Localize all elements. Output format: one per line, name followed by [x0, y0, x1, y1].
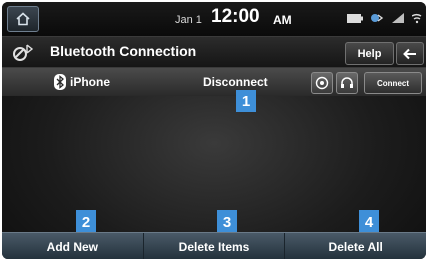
page-title: Bluetooth Connection: [50, 43, 197, 59]
delete-items-button[interactable]: Delete Items: [144, 233, 286, 259]
connect-button[interactable]: Connect: [364, 72, 422, 94]
back-arrow-icon: [403, 48, 416, 59]
callout-badge: 3: [217, 210, 237, 234]
callout-badge: 1: [236, 90, 256, 112]
callout-badge: 4: [359, 210, 379, 234]
status-icons: [347, 12, 422, 24]
home-button[interactable]: [7, 6, 39, 32]
bluetooth-icon: [54, 74, 66, 90]
signal-icon: [392, 13, 404, 23]
audio-icon: [315, 76, 329, 90]
time-label: 12:00: [211, 6, 260, 27]
home-icon: [16, 12, 30, 26]
delete-all-button[interactable]: Delete All: [285, 233, 426, 259]
head-unit-display: Jan 1 12:00 AM Bluetooth Connection Help…: [2, 2, 426, 259]
headset-profile-button[interactable]: [336, 72, 358, 94]
bluetooth-phone-icon: [371, 14, 384, 22]
disconnect-button[interactable]: Disconnect: [203, 75, 268, 89]
callout-badge: 2: [76, 210, 96, 234]
headset-icon: [341, 77, 353, 88]
device-name: iPhone: [70, 75, 111, 89]
status-bar: Jan 1 12:00 AM: [2, 2, 426, 36]
title-bar: Bluetooth Connection Help: [2, 36, 426, 68]
date-label: Jan 1: [175, 14, 202, 26]
battery-icon: [347, 13, 363, 23]
wifi-icon: [412, 13, 422, 24]
back-button[interactable]: [396, 42, 424, 65]
help-button[interactable]: Help: [345, 42, 394, 65]
ampm-label: AM: [273, 13, 292, 27]
audio-profile-button[interactable]: [311, 72, 333, 94]
add-new-button[interactable]: Add New: [2, 233, 144, 259]
bluetooth-phone-icon: [13, 44, 34, 61]
paired-device-row[interactable]: iPhone Disconnect Connect: [2, 68, 426, 96]
bottom-action-bar: Add New Delete Items Delete All: [2, 232, 426, 259]
screen: Jan 1 12:00 AM Bluetooth Connection Help…: [0, 0, 428, 261]
